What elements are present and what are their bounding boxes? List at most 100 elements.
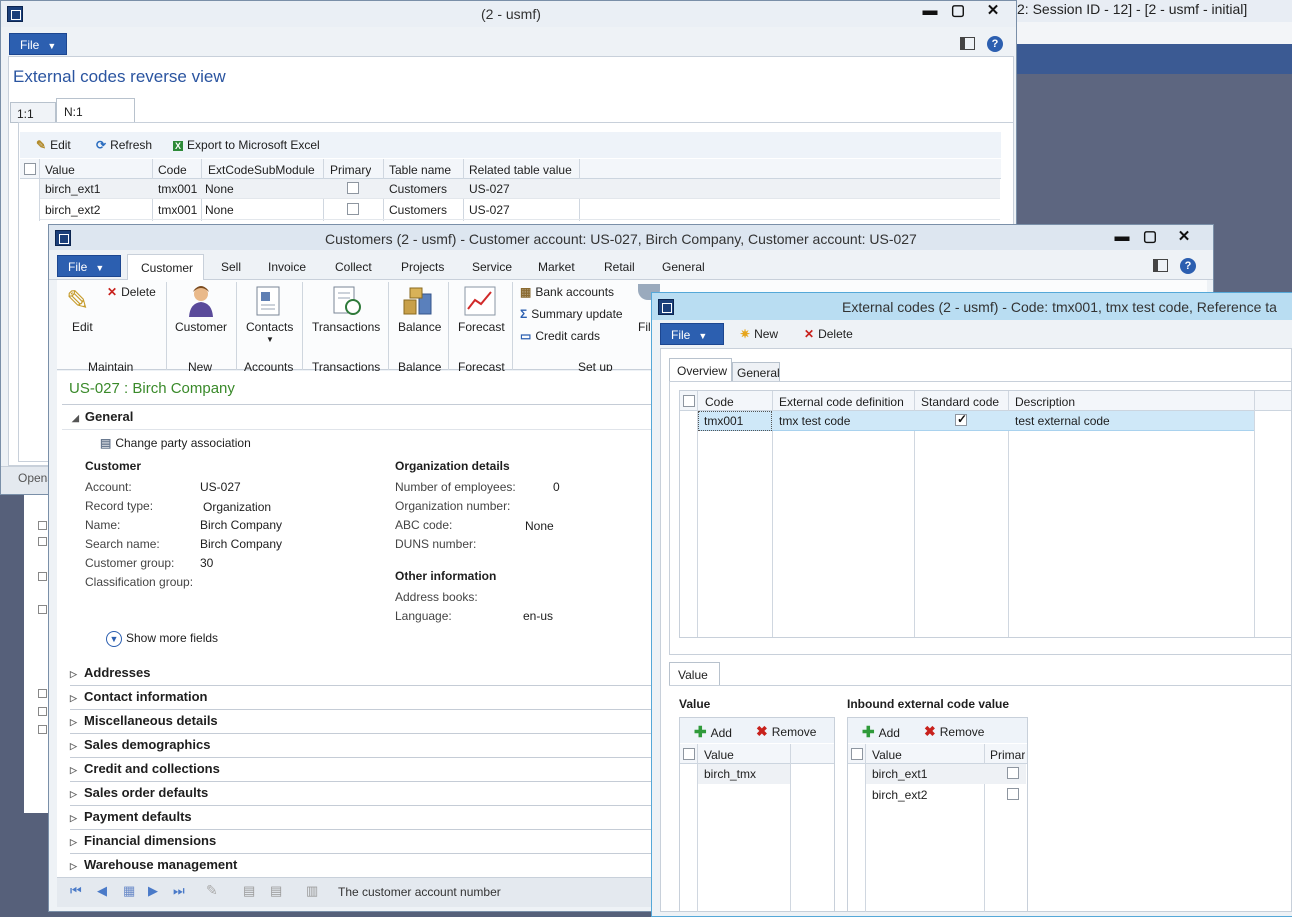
edit-button[interactable]: ✎ Edit [36,138,71,152]
previous-record-icon[interactable]: ◀ [97,883,107,899]
value-remove-button[interactable]: ✖ Remove [756,723,816,740]
credit-cards-button[interactable]: ▭ Credit cards [520,329,600,343]
details-icon[interactable]: ▤ [270,883,282,899]
primary-checkbox[interactable] [1007,788,1019,800]
edit-button[interactable]: Edit [72,320,93,334]
col-code[interactable]: Code [705,395,734,409]
bank-accounts-button[interactable]: ▦ Bank accounts [520,285,614,299]
employees-value[interactable]: 0 [553,480,560,494]
file-menu-button[interactable]: File ▼ [9,33,68,55]
select-all-checkbox[interactable] [683,395,695,407]
contacts-icon[interactable] [252,284,286,318]
col-table-name[interactable]: Table name [389,163,451,177]
list-icon[interactable]: ▤ [243,883,255,899]
maximize-button[interactable]: ▢ [941,1,975,23]
change-party-button[interactable]: ▤ Change party association [100,436,251,450]
delete-button[interactable]: ✕ Delete [107,285,156,299]
inbound-remove-button[interactable]: ✖ Remove [924,723,984,740]
tab-market[interactable]: Market [538,260,575,274]
refresh-button[interactable]: ⟳ Refresh [96,138,152,152]
col-value[interactable]: Value [45,163,75,177]
help-icon[interactable]: ? [987,36,1003,52]
last-record-icon[interactable]: ⏭ [173,883,185,899]
fasttab-contact-information[interactable]: ▷ Contact information [70,686,660,710]
select-all-checkbox[interactable] [683,748,695,760]
inbound-add-button[interactable]: ✚ Add [862,723,900,741]
col-submodule[interactable]: ExtCodeSubModule [208,163,315,177]
customer-group-value[interactable]: 30 [200,556,213,570]
col-code[interactable]: Code [158,163,187,177]
fasttab-addresses[interactable]: ▷ Addresses [70,662,660,686]
forecast-button[interactable]: Forecast [458,320,505,334]
ext-file-button[interactable]: File ▼ [660,323,724,345]
show-more-button[interactable]: ▼ Show more fields [106,631,218,647]
next-record-icon[interactable]: ▶ [148,883,158,899]
account-value[interactable]: US-027 [200,480,241,494]
fasttab-credit-collections[interactable]: ▷ Credit and collections [70,758,660,782]
balance-button[interactable]: Balance [398,320,441,334]
export-excel-button[interactable]: X Export to Microsoft Excel [173,138,320,152]
tab-invoice[interactable]: Invoice [268,260,306,274]
name-value[interactable]: Birch Company [200,518,282,532]
select-all-checkbox[interactable] [24,163,36,175]
search-name-value[interactable]: Birch Company [200,537,282,551]
col-related[interactable]: Related table value [469,163,572,177]
select-all-checkbox[interactable] [851,748,863,760]
dock-icon[interactable] [960,37,975,50]
col-value[interactable]: Value [704,748,734,762]
standard-code-checkbox[interactable] [955,412,967,426]
value-add-button[interactable]: ✚ Add [694,723,732,741]
customer-icon[interactable] [184,284,218,318]
tab-general[interactable]: General [662,260,705,274]
forecast-icon[interactable] [463,284,497,318]
delete-button[interactable]: ✕ Delete [804,327,853,341]
tab-collect[interactable]: Collect [335,260,372,274]
contacts-button[interactable]: Contacts [246,320,293,334]
tab-service[interactable]: Service [472,260,512,274]
fasttab-sales-demographics[interactable]: ▷ Sales demographics [70,734,660,758]
col-definition[interactable]: External code definition [779,395,904,409]
edit-record-icon[interactable]: ✎ [206,882,218,899]
col-primary[interactable]: Primar [990,748,1025,762]
transactions-button[interactable]: Transactions [312,320,380,334]
tab-overview[interactable]: Overview [669,358,732,382]
tab-value[interactable]: Value [669,662,720,686]
tab-customer[interactable]: Customer [127,254,204,281]
close-button[interactable]: ✕ [1167,227,1201,249]
first-record-icon[interactable]: ⏮ [70,883,82,899]
col-standard[interactable]: Standard code [921,395,999,409]
help-icon[interactable]: ? [1180,258,1196,274]
close-button[interactable]: ✕ [976,1,1010,23]
abc-code-value[interactable]: None [525,519,554,533]
grid-view-icon[interactable]: ▦ [123,883,135,899]
primary-checkbox[interactable] [347,203,359,215]
customers-file-button[interactable]: File ▼ [57,255,121,277]
transactions-icon[interactable] [330,284,364,318]
primary-checkbox[interactable] [347,182,359,194]
fasttab-financial-dimensions[interactable]: ▷ Financial dimensions [70,830,660,854]
summary-update-button[interactable]: Σ Summary update [520,307,623,321]
primary-checkbox[interactable] [1007,767,1019,779]
fasttab-payment-defaults[interactable]: ▷ Payment defaults [70,806,660,830]
dock-icon[interactable] [1153,259,1168,272]
tab-n-1[interactable]: N:1 [56,98,135,123]
fasttab-warehouse-management[interactable]: ▷ Warehouse management [70,854,660,878]
tab-retail[interactable]: Retail [604,260,635,274]
col-primary[interactable]: Primary [330,163,371,177]
tab-projects[interactable]: Projects [401,260,444,274]
tab-1-1[interactable]: 1:1 [10,102,56,123]
attachment-icon[interactable]: ▥ [306,883,318,899]
new-button[interactable]: ✷ New [740,327,778,341]
general-fasttab[interactable]: ◢ General [72,409,133,424]
language-value[interactable]: en-us [523,609,553,623]
customer-button[interactable]: Customer [175,320,227,334]
balance-icon[interactable] [401,284,435,318]
fasttab-sales-order-defaults[interactable]: ▷ Sales order defaults [70,782,660,806]
maximize-button[interactable]: ▢ [1133,227,1167,249]
tab-general[interactable]: General [732,362,780,382]
col-description[interactable]: Description [1015,395,1075,409]
col-value[interactable]: Value [872,748,902,762]
pencil-icon[interactable]: ✎ [66,284,100,318]
fasttab-miscellaneous-details[interactable]: ▷ Miscellaneous details [70,710,660,734]
tab-sell[interactable]: Sell [221,260,241,274]
